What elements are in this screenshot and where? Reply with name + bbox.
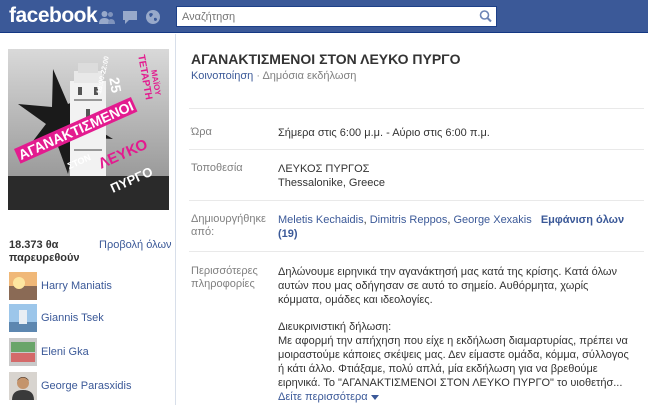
attendee-name[interactable]: George Parasxidis [41,380,132,392]
creator-link[interactable]: Dimitris Reppos [370,214,448,226]
attendee-list-item[interactable]: Eleni Gka [9,338,169,368]
time-value: Σήμερα στις 6:00 μ.μ. - Αύριο στις 6:00 … [278,127,490,139]
share-link[interactable]: Κοινοποίηση [191,70,253,82]
notifications-globe-icon[interactable] [145,9,161,25]
location-city: Thessalonike, Greece [278,177,385,189]
attendee-list-item[interactable]: Harry Maniatis [9,272,169,302]
see-more-label: Δείτε περισσότερα [278,391,368,403]
search-input[interactable] [177,7,473,26]
event-info-panel: Ώρα Σήμερα στις 6:00 μ.μ. - Αύριο στις 6… [189,108,644,405]
view-all-attendees-link[interactable]: Προβολή όλων [99,239,172,251]
description-paragraph: Δηλώνουμε ειρηνικά την αγανάκτησή μας κα… [278,266,618,306]
see-more-link[interactable]: Δείτε περισσότερα [278,390,379,404]
creator-link[interactable]: Meletis Kechaidis [278,214,364,226]
avatar[interactable] [9,272,37,300]
event-title: ΑΓΑΝΑΚΤΙΣΜΕΝΟΙ ΣΤΟΝ ΛΕΥΚΟ ΠΥΡΓΟ [191,51,461,67]
avatar[interactable] [9,372,37,400]
top-bar: facebook [0,0,648,33]
avatar[interactable] [9,338,37,366]
attendee-name[interactable]: Giannis Tsek [41,312,104,324]
friend-requests-icon[interactable] [99,9,115,25]
poster-date: 25 [106,76,125,95]
avatar[interactable] [9,304,37,332]
creators-label: Δημιουργήθηκε από: [191,213,266,238]
attendee-name[interactable]: Harry Maniatis [41,280,112,292]
attendee-count: 18.373 θα παρευρεθούν [9,239,80,264]
event-main: ΑΓΑΝΑΚΤΙΣΜΕΝΟΙ ΣΤΟΝ ΛΕΥΚΟ ΠΥΡΓΟ Κοινοποί… [177,34,648,405]
search-box [176,6,497,27]
facebook-logo[interactable]: facebook [9,4,98,28]
search-icon[interactable] [478,9,494,24]
left-column: 18:00-22:00 ΤΕΤΑΡΤΗ 25 ΜΑΪΟΥ ΑΓΑΝΑΚΤΙΣΜΕ… [0,34,176,405]
creators-value: Meletis Kechaidis, Dimitris Reppos, Geor… [278,213,638,241]
event-description: Δηλώνουμε ειρηνικά την αγανάκτησή μας κα… [278,265,630,404]
attendee-list-item[interactable]: George Parasxidis [9,372,169,402]
description-paragraph: Διευκρινιστική δήλωση: Με αφορμή την απή… [278,321,629,389]
location-value: ΛΕΥΚΟΣ ΠΥΡΓΟΣ Thessalonike, Greece [278,162,638,190]
time-label: Ώρα [191,126,212,138]
creator-link[interactable]: George Xexakis [453,214,531,226]
more-info-label: Περισσότερες πληροφορίες [191,265,258,290]
location-name: ΛΕΥΚΟΣ ΠΥΡΓΟΣ [278,163,370,175]
divider [189,251,644,252]
event-poster-image[interactable]: 18:00-22:00 ΤΕΤΑΡΤΗ 25 ΜΑΪΟΥ ΑΓΑΝΑΚΤΙΣΜΕ… [8,49,169,210]
privacy-label: Δημόσια εκδήλωση [262,70,357,82]
separator: · [256,70,260,82]
divider [189,200,644,201]
chevron-down-icon [370,394,379,400]
attendee-name[interactable]: Eleni Gka [41,346,89,358]
divider [189,149,644,150]
attendee-list-item[interactable]: Giannis Tsek [9,304,169,334]
location-label: Τοποθεσία [191,162,243,174]
event-subline: Κοινοποίηση · Δημόσια εκδήλωση [191,70,356,82]
messages-icon[interactable] [122,9,138,25]
